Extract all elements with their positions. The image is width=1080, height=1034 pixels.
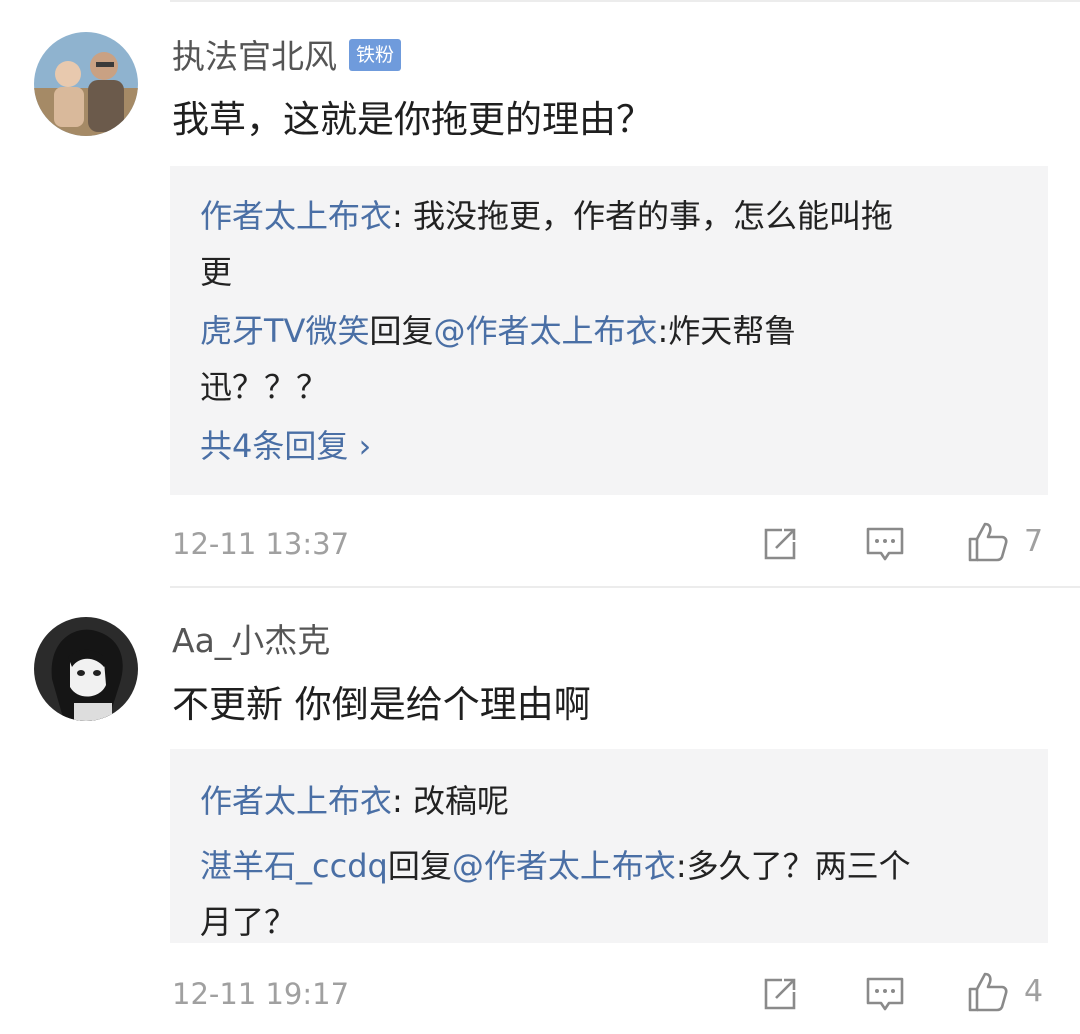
reply-author[interactable]: 虎牙TV微笑 (200, 312, 369, 350)
user-avatar[interactable] (34, 32, 138, 136)
reply-verb: 回复 (387, 847, 452, 885)
thumbs-up-icon (968, 522, 1008, 562)
fan-badge: 铁粉 (349, 38, 402, 71)
timestamp: 12-11 19:17 (172, 977, 350, 1011)
reply-item[interactable]: 作者太上布衣: 我没拖更，作者的事，怎么能叫拖 更 (200, 188, 1010, 300)
reply-item[interactable]: 虎牙TV微笑回复@作者太上布衣:炸天帮鲁 迅？？？ (200, 303, 1010, 415)
comment-text: 我草，这就是你拖更的理由？ (172, 98, 653, 141)
user-avatar[interactable] (34, 617, 138, 721)
share-button[interactable] (760, 524, 800, 564)
reply-text: : 我没拖更，作者的事，怎么能叫拖 (392, 197, 893, 235)
reply-text-cont: 迅？？？ (200, 368, 329, 406)
reply-author[interactable]: 作者太上布衣 (200, 782, 392, 820)
timestamp: 12-11 13:37 (172, 527, 350, 561)
reply-text-cont: 更 (200, 253, 233, 291)
reply-button[interactable] (864, 524, 906, 564)
more-replies-link[interactable]: 共4条回复 › (200, 424, 371, 468)
reply-author[interactable]: 湛羊石_ccdq (200, 847, 388, 885)
reply-text-cont: 月了？ (200, 903, 297, 941)
reply-button[interactable] (864, 974, 906, 1014)
username-text[interactable]: 执法官北风 (172, 37, 337, 76)
comment-icon (866, 977, 904, 1011)
reply-item[interactable]: 湛羊石_ccdq回复@作者太上布衣:多久了？两三个 月了？ (200, 838, 1010, 950)
username[interactable]: 执法官北风 铁粉 (172, 37, 402, 77)
reply-box[interactable]: 作者太上布衣: 改稿呢 湛羊石_ccdq回复@作者太上布衣:多久了？两三个 月了… (170, 749, 1048, 943)
share-icon (764, 528, 796, 560)
reply-text: :炸天帮鲁 (657, 312, 797, 350)
like-button[interactable]: 7 (966, 520, 1043, 564)
comment-icon (866, 527, 904, 561)
thumbs-up-icon (968, 972, 1008, 1012)
comment-divider (170, 586, 1080, 588)
reply-item[interactable]: 作者太上布衣: 改稿呢 (200, 773, 1010, 829)
share-icon (764, 978, 796, 1010)
reply-mention[interactable]: @作者太上布衣 (433, 312, 657, 350)
comment-text: 不更新 你倒是给个理由啊 (172, 683, 591, 726)
reply-mention[interactable]: @作者太上布衣 (452, 847, 676, 885)
like-button[interactable]: 4 (966, 970, 1043, 1014)
reply-text: :多久了？两三个 (675, 847, 911, 885)
reply-box[interactable]: 作者太上布衣: 我没拖更，作者的事，怎么能叫拖 更 虎牙TV微笑回复@作者太上布… (170, 166, 1048, 495)
share-button[interactable] (760, 974, 800, 1014)
reply-verb: 回复 (369, 312, 434, 350)
like-count: 7 (1024, 524, 1044, 559)
like-count: 4 (1024, 974, 1044, 1009)
reply-text: : 改稿呢 (392, 782, 509, 820)
top-divider (170, 0, 1080, 2)
username[interactable]: Aa_小杰克 (172, 621, 330, 661)
reply-author[interactable]: 作者太上布衣 (200, 197, 392, 235)
